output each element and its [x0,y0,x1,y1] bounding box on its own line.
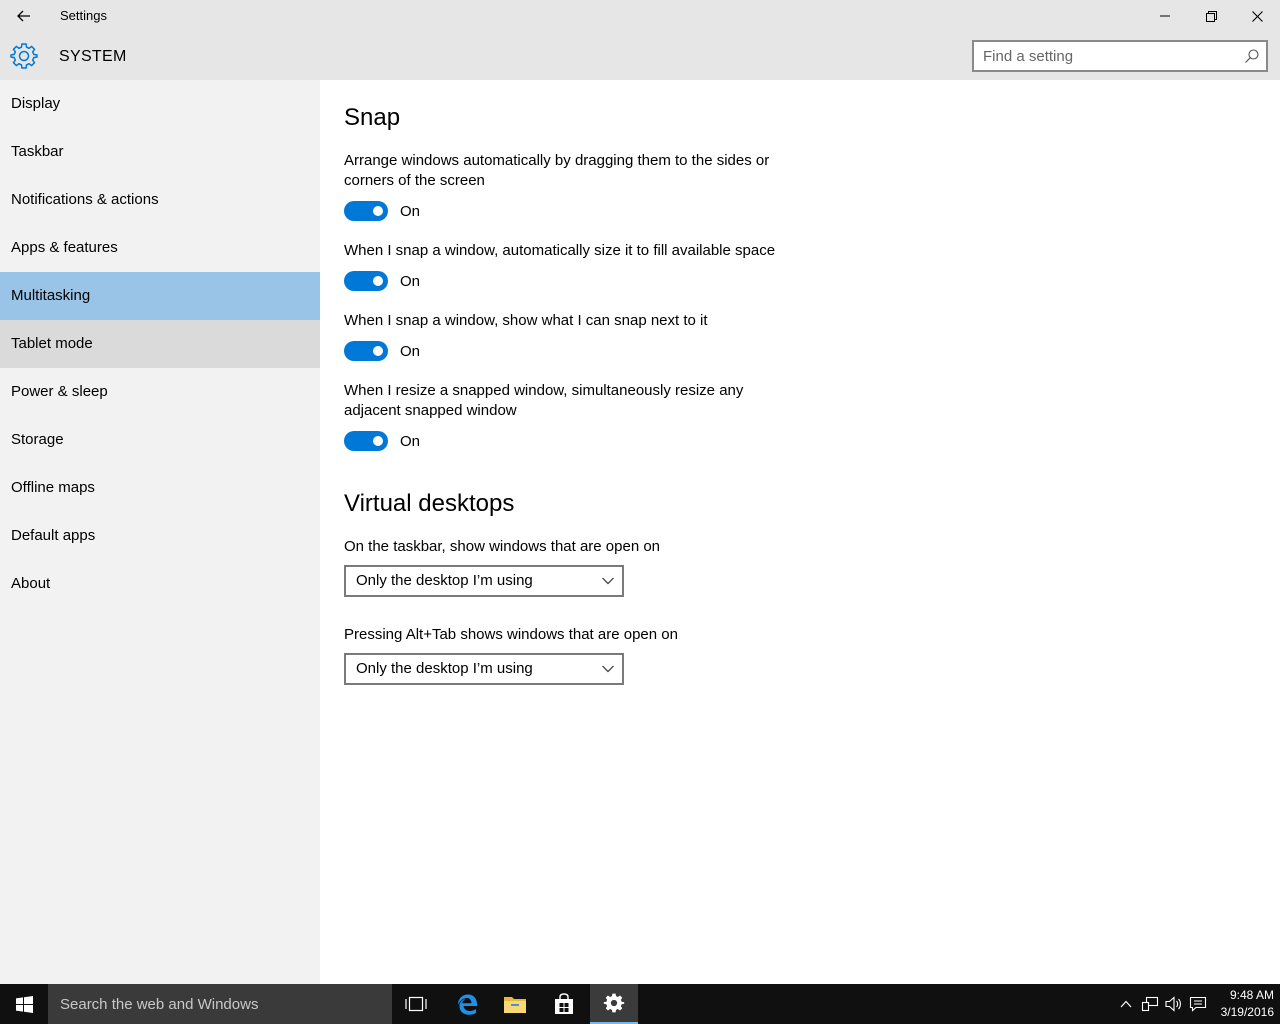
toggle-switch[interactable] [344,201,388,221]
settings-header: SYSTEM [0,32,1280,80]
toggle-state-label: On [400,432,421,450]
speaker-icon [1165,996,1181,1012]
chevron-down-icon [602,577,614,585]
gear-icon [10,43,38,69]
task-view-icon [405,996,427,1012]
minimize-icon [1160,15,1170,17]
sidebar-item-display[interactable]: Display [0,80,320,128]
sidebar-item-taskbar[interactable]: Taskbar [0,128,320,176]
find-setting-search[interactable] [972,40,1268,72]
sidebar-item-default-apps[interactable]: Default apps [0,512,320,560]
sidebar-item-tablet-mode[interactable]: Tablet mode [0,320,320,368]
taskbar-store-button[interactable] [540,984,588,1024]
snap-setting-4-toggle-row[interactable]: On [344,431,420,451]
snap-setting-3-description: When I snap a window, show what I can sn… [344,312,708,329]
sidebar-item-about[interactable]: About [0,560,320,608]
chevron-up-icon [1120,1000,1132,1008]
sidebar-item-notifications[interactable]: Notifications & actions [0,176,320,224]
sidebar-item-multitasking[interactable]: Multitasking [0,272,320,320]
clock-date: 3/19/2016 [1220,1005,1274,1019]
notification-icon [1189,996,1207,1012]
minimize-button[interactable] [1142,0,1188,32]
store-bag-icon [555,993,573,1014]
title-bar: Settings [0,0,1280,32]
back-arrow-icon [17,10,30,22]
network-button[interactable] [1140,994,1160,1014]
toggle-switch[interactable] [344,431,388,451]
network-icon [1141,996,1159,1012]
windows-logo-icon [15,995,33,1013]
close-icon [1251,10,1263,22]
action-center-button[interactable] [1188,994,1208,1014]
volume-button[interactable] [1164,994,1184,1014]
sidebar-item-apps-features[interactable]: Apps & features [0,224,320,272]
task-view-button[interactable] [392,984,440,1024]
alttab-windows-label: Pressing Alt+Tab shows windows that are … [344,626,678,643]
main-content: Snap Arrange windows automatically by dr… [320,80,1280,984]
dropdown-value: Only the desktop I’m using [356,572,533,589]
toggle-switch[interactable] [344,271,388,291]
snap-setting-1-toggle-row[interactable]: On [344,201,420,221]
taskbar-edge-button[interactable] [443,984,491,1024]
chevron-down-icon [602,665,614,673]
show-hidden-icons-button[interactable] [1116,994,1136,1014]
snap-heading: Snap [344,104,401,131]
window-title: Settings [60,8,107,23]
alttab-windows-dropdown[interactable]: Only the desktop I’m using [344,653,624,685]
toggle-switch[interactable] [344,341,388,361]
back-button[interactable] [0,0,48,32]
toggle-state-label: On [400,272,421,290]
sidebar-item-storage[interactable]: Storage [0,416,320,464]
edge-browser-icon [458,994,477,1015]
taskbar-search-input[interactable] [60,994,380,1014]
taskbar-windows-dropdown[interactable]: Only the desktop I’m using [344,565,624,597]
snap-setting-3-toggle-row[interactable]: On [344,341,420,361]
taskbar-file-explorer-button[interactable] [491,984,539,1024]
taskbar: 9:48 AM 3/19/2016 [0,984,1280,1024]
restore-button[interactable] [1188,0,1234,32]
clock[interactable]: 9:48 AM 3/19/2016 [1210,987,1274,1021]
snap-setting-2-toggle-row[interactable]: On [344,271,420,291]
snap-setting-4-description: When I resize a snapped window, simultan… [344,382,744,419]
toggle-knob [373,436,383,446]
folder-icon [504,997,526,1013]
toggle-knob [373,206,383,216]
snap-setting-2-description: When I snap a window, automatically size… [344,242,776,259]
gear-icon [603,993,625,1013]
clock-time: 9:48 AM [1229,988,1274,1002]
sidebar-item-offline-maps[interactable]: Offline maps [0,464,320,512]
toggle-state-label: On [400,202,421,220]
search-input[interactable] [983,47,1233,65]
taskbar-search-box[interactable] [48,984,392,1024]
sidebar: Display Taskbar Notifications & actions … [0,80,320,984]
sidebar-item-power-sleep[interactable]: Power & sleep [0,368,320,416]
page-title: SYSTEM [59,48,127,65]
close-button[interactable] [1234,0,1280,32]
snap-setting-1-description: Arrange windows automatically by draggin… [344,152,770,189]
toggle-state-label: On [400,342,421,360]
search-icon[interactable] [1244,48,1260,64]
virtual-desktops-heading: Virtual desktops [344,490,515,517]
toggle-knob [373,346,383,356]
toggle-knob [373,276,383,286]
taskbar-windows-label: On the taskbar, show windows that are op… [344,538,661,555]
start-button[interactable] [0,984,48,1024]
restore-icon [1205,10,1217,22]
taskbar-settings-button[interactable] [590,984,638,1024]
dropdown-value: Only the desktop I’m using [356,660,533,677]
